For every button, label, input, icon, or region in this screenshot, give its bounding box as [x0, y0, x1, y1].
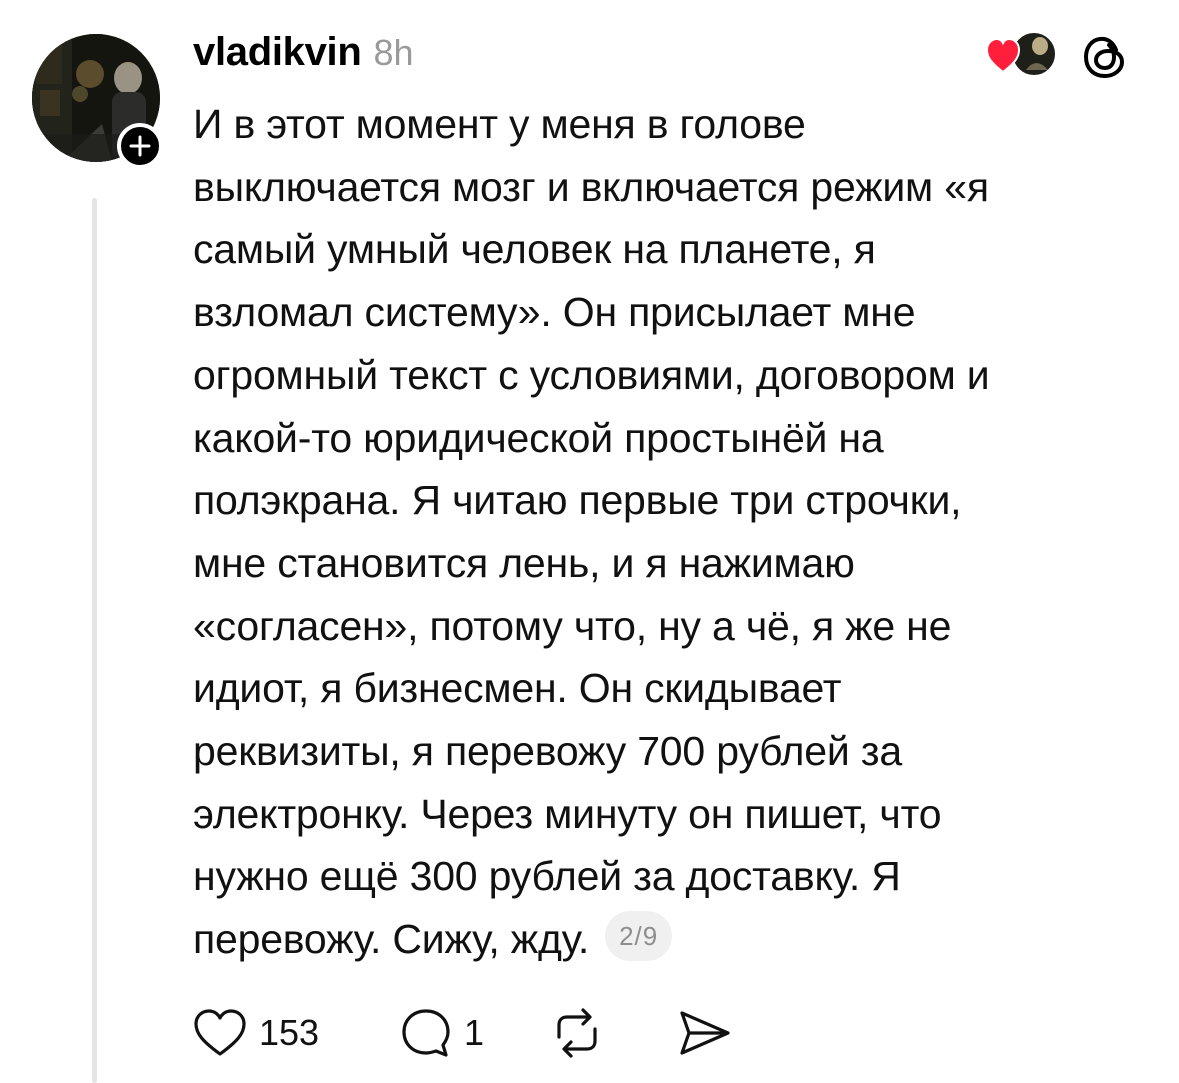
repost-arrows-icon	[557, 1008, 597, 1058]
page-indicator: 2/9	[605, 911, 673, 962]
post-header: vladikvin 8h	[193, 30, 414, 82]
heart-with-avatar-icon	[985, 31, 1057, 77]
plus-icon	[129, 135, 151, 157]
username[interactable]: vladikvin	[193, 30, 362, 75]
repost-button[interactable]	[549, 1003, 605, 1063]
post-body: И в этот момент у меня в голове выключае…	[193, 93, 1153, 971]
threads-logo-icon	[1083, 36, 1125, 79]
reply-button[interactable]: 1	[400, 1003, 484, 1063]
follow-button[interactable]	[117, 123, 163, 169]
like-button[interactable]: 153	[193, 1003, 319, 1063]
thread-line	[92, 198, 97, 1083]
reply-count: 1	[464, 1012, 485, 1053]
liked-by-indicator[interactable]	[985, 30, 1058, 80]
share-button[interactable]	[677, 1003, 733, 1063]
send-icon	[680, 1011, 730, 1055]
like-count: 153	[259, 1012, 320, 1053]
threads-logo[interactable]	[1080, 32, 1130, 82]
comment-bubble-icon	[402, 1009, 450, 1057]
post-text: И в этот момент у меня в голове выключае…	[193, 101, 990, 963]
timestamp: 8h	[373, 32, 414, 73]
heart-outline-icon	[194, 1009, 246, 1056]
